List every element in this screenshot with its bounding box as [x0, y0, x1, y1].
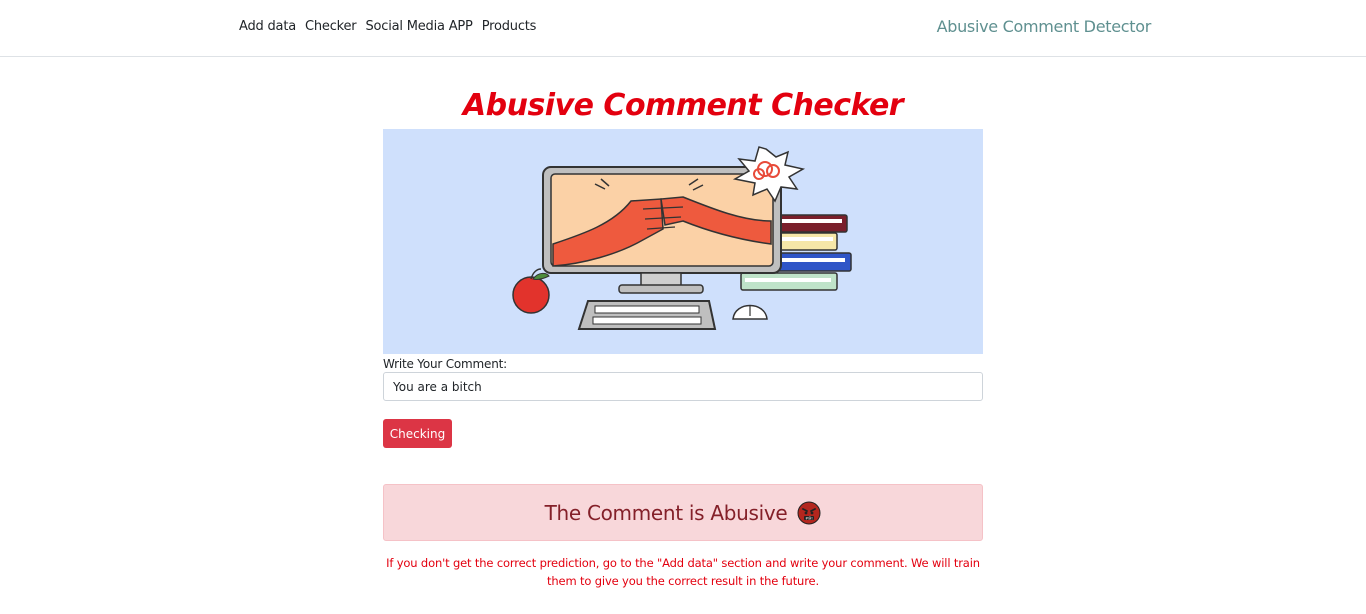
- navbar: Add data Checker Social Media APP Produc…: [0, 0, 1366, 57]
- nav-links: Add data Checker Social Media APP Produc…: [239, 19, 545, 34]
- result-text: The Comment is Abusive: [544, 500, 788, 525]
- nav-link-social-media-app[interactable]: Social Media APP: [365, 19, 472, 34]
- hero-image: [383, 129, 983, 354]
- nav-link-add-data[interactable]: Add data: [239, 19, 296, 34]
- nav-link-products[interactable]: Products: [482, 19, 537, 34]
- page-title: Abusive Comment Checker: [462, 88, 904, 123]
- training-note: If you don't get the correct prediction,…: [386, 556, 980, 588]
- computer-fist-bump-illustration: [512, 146, 852, 330]
- result-alert: The Comment is Abusive #@!: [383, 484, 983, 541]
- brand-link[interactable]: Abusive Comment Detector: [937, 17, 1152, 36]
- comment-label: Write Your Comment:: [383, 357, 507, 371]
- nav-link-checker[interactable]: Checker: [305, 19, 357, 34]
- svg-text:#@!: #@!: [806, 516, 814, 520]
- checking-button[interactable]: Checking: [383, 419, 452, 448]
- angry-face-icon: #@!: [797, 501, 821, 525]
- comment-input[interactable]: [383, 372, 983, 401]
